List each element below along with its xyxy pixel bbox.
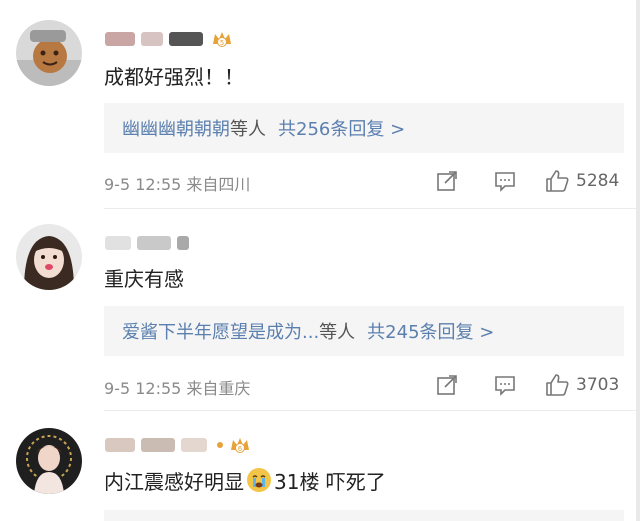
replies-preview-partial[interactable] (104, 510, 624, 521)
username-blurred[interactable] (105, 230, 195, 256)
username-blurred[interactable]: 6 (105, 432, 251, 458)
thumbs-up-icon (546, 374, 569, 396)
like-count: 5284 (576, 171, 620, 191)
replies-preview[interactable]: 幽幽幽朝朝朝 等人 共256条回复 > (104, 103, 624, 153)
like-button[interactable]: 5284 (544, 168, 619, 194)
like-count: 3703 (576, 375, 620, 395)
share-button[interactable] (432, 169, 462, 193)
share-icon (437, 375, 457, 395)
avatar[interactable] (16, 20, 82, 86)
comment-text-part1: 内江震感好明显 (104, 469, 244, 494)
replies-preview[interactable]: 爱酱下半年愿望是成为... 等人 共245条回复 > (104, 306, 624, 356)
comment-text: 重庆有感 (104, 266, 184, 291)
reply-count[interactable]: 共245条回复 > (367, 318, 494, 344)
reply-names[interactable]: 爱酱下半年愿望是成为... (122, 318, 319, 344)
avatar[interactable] (16, 428, 82, 494)
divider (104, 208, 640, 209)
comment-text: 内江震感好明显 31楼 吓死了 (104, 464, 386, 496)
comment-text: 成都好强烈！！ (104, 64, 244, 89)
action-bar: 3703 (432, 372, 628, 398)
divider (104, 410, 640, 411)
comment-button[interactable] (490, 169, 520, 193)
svg-text:6: 6 (238, 445, 243, 453)
crying-emoji-icon (247, 468, 271, 492)
comment-icon (495, 376, 515, 396)
crown-badge-icon: 5 (213, 32, 231, 47)
reply-count[interactable]: 共256条回复 > (278, 115, 405, 141)
comment-meta: 9-5 12:55 来自重庆 (104, 379, 251, 398)
reply-suffix: 等人 (230, 119, 266, 140)
share-icon (437, 171, 457, 191)
reply-suffix: 等人 (319, 322, 356, 343)
comment-icon (495, 172, 515, 192)
thumbs-up-icon (546, 170, 569, 192)
action-bar: 5284 (432, 168, 628, 194)
share-button[interactable] (432, 373, 462, 397)
reply-names[interactable]: 幽幽幽朝朝朝 (122, 115, 230, 141)
scrollbar[interactable] (636, 0, 640, 521)
comment-meta: 9-5 12:55 来自四川 (104, 175, 251, 194)
svg-text:5: 5 (220, 39, 224, 47)
username-blurred[interactable]: 5 (105, 26, 233, 52)
like-button[interactable]: 3703 (544, 372, 619, 398)
comment-button[interactable] (490, 373, 520, 397)
comment-text-part2: 31楼 吓死了 (274, 469, 386, 494)
crown-badge-icon: 6 (231, 438, 249, 453)
avatar[interactable] (16, 224, 82, 290)
